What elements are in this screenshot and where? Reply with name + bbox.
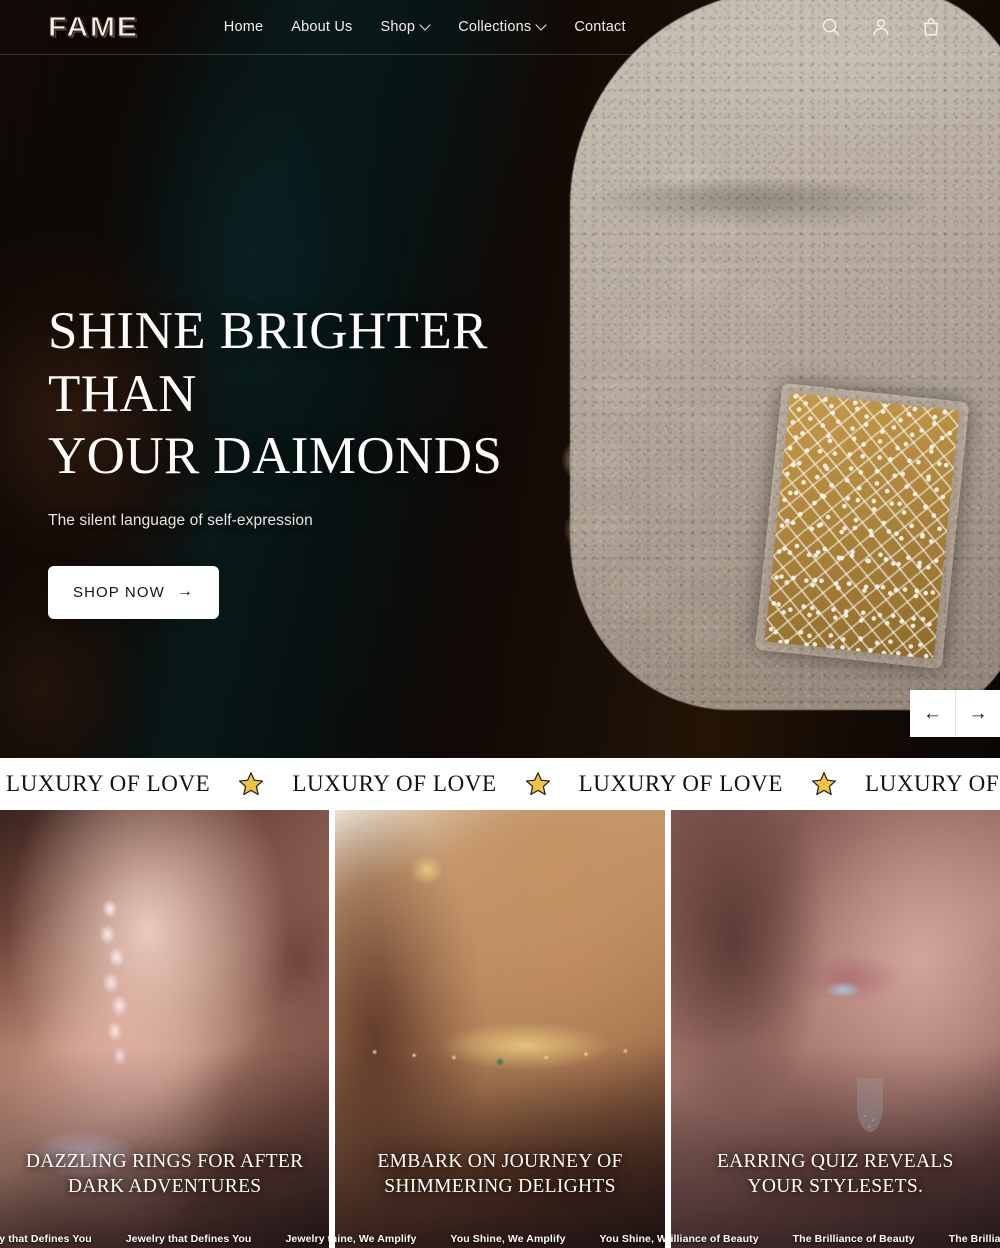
luxury-marquee-banner: LUXURY OF LOVE LUXURY OF LOVE LUXURY OF LO… — [0, 758, 1000, 810]
nav-item-contact[interactable]: Contact — [574, 19, 625, 35]
feature-card-necklaces[interactable]: EMBARK ON JOURNEY OF SHIMMERING DELIGHTS… — [335, 810, 665, 1248]
nav-item-collections[interactable]: Collections — [458, 19, 546, 35]
marquee-text: LUXURY OF LOVE — [292, 771, 497, 796]
shop-now-button[interactable]: SHOP NOW → — [48, 565, 219, 619]
card-title: EARRING QUIZ REVEALS YOUR STYLESETS. — [716, 1150, 954, 1198]
nav-item-about-us[interactable]: About Us — [291, 19, 352, 35]
carousel-navigation: ← → — [910, 690, 1000, 737]
ticker-text: Jewelry that Defines You — [125, 1233, 252, 1245]
page-root: FAME Home About Us Shop Collections Cont… — [0, 0, 1000, 1248]
marquee-text: LUXURY OF LOVE — [864, 771, 1000, 796]
ticker-text: You Shine, We Amplify — [450, 1233, 566, 1245]
site-header: FAME Home About Us Shop Collections Cont… — [0, 0, 1000, 55]
card-ticker: Jewelry that Defines You Jewelry that Def… — [0, 1230, 329, 1248]
hero-headline-line-1: SHINE BRIGHTER THAN — [48, 302, 488, 423]
nav-item-home[interactable]: Home — [224, 19, 263, 35]
feature-card-earrings[interactable]: EARRING QUIZ REVEALS YOUR STYLESETS. The… — [670, 810, 1000, 1248]
chevron-down-icon — [421, 21, 430, 30]
ticker-text: Jewelry that Defines You — [0, 1233, 92, 1245]
cart-icon[interactable] — [920, 16, 942, 38]
hero-subtitle: The silent language of self-expression — [48, 511, 313, 529]
ticker-text: The Brilliance of Beauty — [670, 1233, 759, 1245]
shop-now-label: SHOP NOW — [73, 583, 165, 601]
star-icon — [238, 771, 264, 797]
card-ticker: You Shine, We Amplify You Shine, We Ampli… — [335, 1230, 664, 1248]
carousel-next-button[interactable]: → — [955, 690, 1000, 737]
brand-logo[interactable]: FAME — [47, 12, 138, 41]
marquee-text: LUXURY OF LOVE — [6, 771, 211, 796]
marquee-text: LUXURY OF LOVE — [578, 771, 783, 796]
ticker-text: You Shine, We Amplify — [599, 1233, 665, 1245]
card-title: DAZZLING RINGS FOR AFTER DARK ADVENTURES — [25, 1150, 304, 1198]
ticker-text: The Brilliance of Beauty — [792, 1233, 915, 1245]
main-navigation: Home About Us Shop Collections Contact — [224, 19, 626, 35]
carousel-prev-button[interactable]: ← — [910, 690, 955, 737]
card-ticker: The Brilliance of Beauty The Brilliance o… — [671, 1230, 1000, 1248]
arrow-right-icon: → — [176, 583, 194, 601]
nav-label: About Us — [291, 19, 353, 35]
nav-label: Shop — [380, 19, 416, 35]
account-icon[interactable] — [870, 16, 892, 38]
ticker-text: You Shine, We Amplify — [335, 1233, 417, 1245]
star-icon — [525, 771, 551, 797]
feature-card-row: DAZZLING RINGS FOR AFTER DARK ADVENTURES… — [0, 810, 1000, 1248]
card-ticker-track: Jewelry that Defines You Jewelry that Def… — [0, 1233, 329, 1245]
ticker-text: The Brilliance of Beauty — [948, 1233, 1000, 1245]
card-title: EMBARK ON JOURNEY OF SHIMMERING DELIGHTS — [377, 1150, 623, 1198]
star-icon — [811, 771, 837, 797]
nav-label: Home — [223, 19, 264, 35]
hero-headline-line-2: YOUR DAIMONDS — [48, 427, 503, 486]
nav-label: Contact — [574, 19, 626, 35]
feature-card-rings[interactable]: DAZZLING RINGS FOR AFTER DARK ADVENTURES… — [0, 810, 330, 1248]
nav-label: Collections — [458, 19, 532, 35]
header-icon-group — [820, 16, 942, 38]
ticker-text: Jewelry that Defines You — [285, 1233, 329, 1245]
chevron-down-icon — [537, 21, 546, 30]
marquee-track: LUXURY OF LOVE LUXURY OF LOVE LUXURY OF LO… — [0, 771, 1000, 797]
card-ticker-track: The Brilliance of Beauty The Brilliance o… — [671, 1233, 1000, 1245]
nav-item-shop[interactable]: Shop — [381, 19, 431, 35]
card-ticker-track: You Shine, We Amplify You Shine, We Ampli… — [335, 1233, 664, 1245]
hero-headline: SHINE BRIGHTER THAN YOUR DAIMONDS — [48, 300, 568, 488]
search-icon[interactable] — [820, 16, 842, 38]
hero-content: SHINE BRIGHTER THAN YOUR DAIMONDS The si… — [48, 300, 568, 619]
